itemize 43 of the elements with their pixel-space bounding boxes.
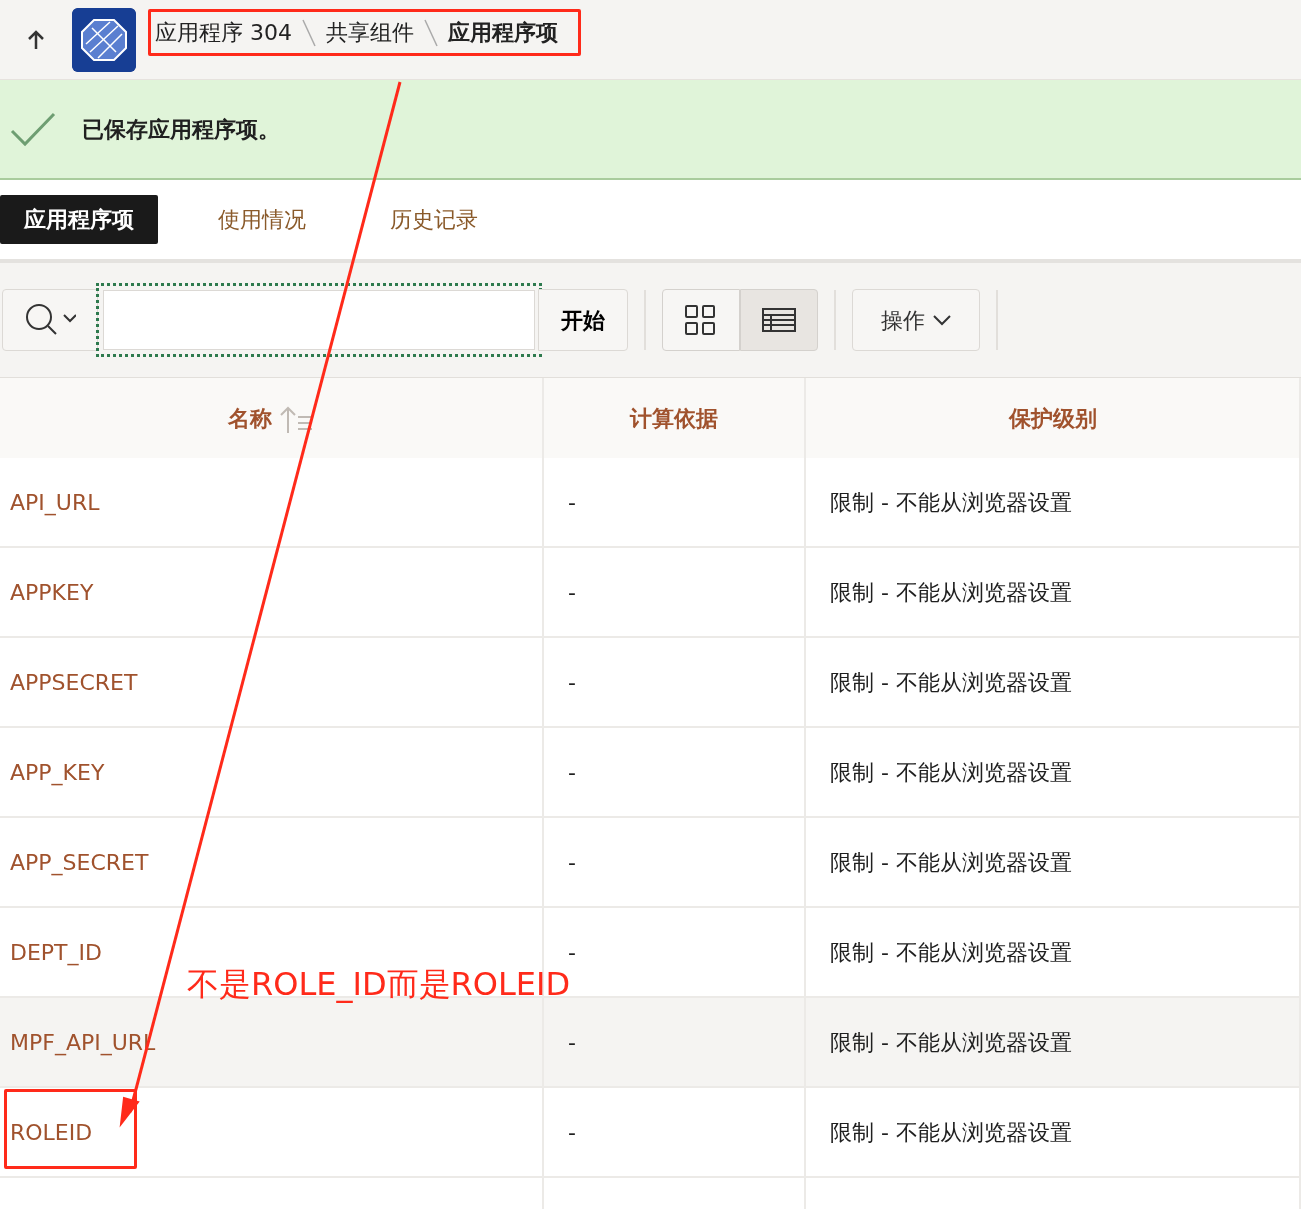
table-cell: - — [544, 728, 806, 818]
column-header[interactable]: 计算依据 — [630, 401, 718, 435]
search-menu-button[interactable] — [2, 289, 98, 351]
table-cell: - — [544, 998, 806, 1088]
app-logo-icon — [72, 7, 136, 72]
search-field[interactable] — [96, 283, 542, 357]
breadcrumb-link[interactable]: 共享组件 — [326, 16, 414, 49]
table-cell: 限制 - 不能从浏览器设置 — [806, 1088, 1301, 1178]
caret-icon — [933, 314, 951, 326]
grid-icon — [684, 304, 718, 336]
table-cell: - — [544, 548, 806, 638]
table-cell: 限制 - 不能从浏览器设置 — [806, 818, 1301, 908]
separator-icon — [300, 17, 318, 48]
tab[interactable]: 应用程序项 — [0, 195, 158, 244]
tab[interactable]: 历史记录 — [366, 195, 502, 244]
item-name-link[interactable]: APPKEY — [0, 575, 94, 609]
item-name-link[interactable]: DEPT_ID — [0, 935, 102, 969]
item-name-link[interactable]: API_URL — [0, 485, 100, 519]
table-cell: - — [544, 818, 806, 908]
item-name-link[interactable]: APP_KEY — [0, 755, 105, 789]
column-header[interactable]: 保护级别 — [1008, 401, 1097, 435]
table-cell: 限制 - 不能从浏览器设置 — [806, 638, 1301, 728]
actions-menu-button[interactable]: 操作 — [852, 289, 980, 351]
table-cell: 限制 - 不能从浏览器设置 — [806, 998, 1301, 1088]
item-name-link[interactable]: ROLEID — [0, 1115, 93, 1149]
item-name-link[interactable]: APP_SECRET — [0, 845, 149, 879]
icon-view-button[interactable] — [662, 289, 740, 351]
table-cell: - — [544, 458, 806, 548]
table-cell: 限制 - 不能从浏览器设置 — [806, 458, 1301, 548]
table-cell: - — [544, 638, 806, 728]
breadcrumb-current: 应用程序项 — [448, 19, 558, 47]
item-name-link[interactable]: APPSECRET — [0, 665, 138, 699]
table-cell: 限制 - 不能从浏览器设置 — [806, 728, 1301, 818]
go-button[interactable]: 开始 — [538, 289, 628, 351]
tab[interactable]: 使用情况 — [194, 195, 330, 244]
column-header[interactable]: 名称 — [228, 401, 314, 435]
breadcrumb-link[interactable]: 应用程序 304 — [155, 16, 292, 49]
success-message: 已保存应用程序项。 — [82, 115, 280, 144]
checkmark-icon — [10, 111, 56, 147]
table-cell: - — [544, 1088, 806, 1178]
separator-icon — [422, 17, 440, 48]
table-cell: 限制 - 不能从浏览器设置 — [806, 548, 1301, 638]
report-view-button[interactable] — [740, 289, 818, 351]
